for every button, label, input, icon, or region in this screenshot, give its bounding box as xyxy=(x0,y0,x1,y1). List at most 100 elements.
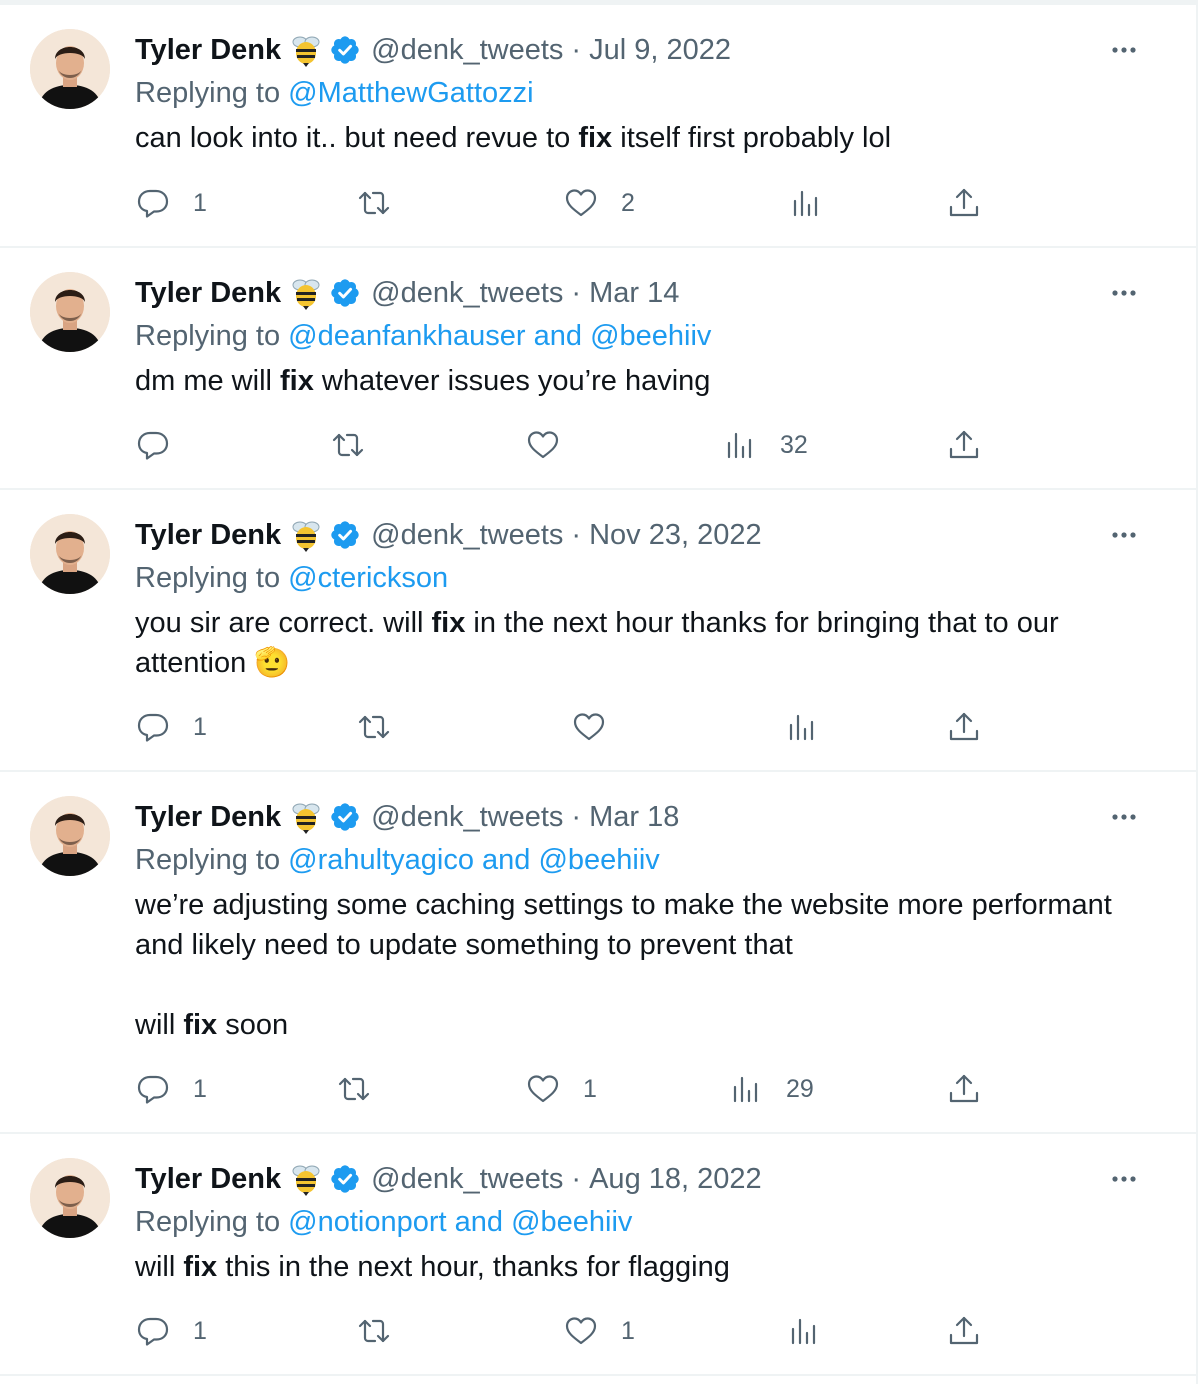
author-handle[interactable]: @denk_tweets xyxy=(371,34,563,67)
tweet-date[interactable]: Nov 23, 2022 xyxy=(589,519,762,552)
more-dots-icon[interactable] xyxy=(1104,802,1144,832)
avatar[interactable] xyxy=(30,796,110,876)
tweet-feed: Tyler Denk @denk_tweets · Jul 9, 2022 Re… xyxy=(0,0,1198,1384)
replying-to: Replying to @rahultyagico and @beehiiv xyxy=(135,844,660,877)
views-button[interactable] xyxy=(784,707,820,747)
more-dots-icon[interactable] xyxy=(1104,278,1144,308)
retweet-button[interactable] xyxy=(330,425,366,465)
tweet-date[interactable]: Jul 9, 2022 xyxy=(589,34,731,67)
highlighted-term: fix xyxy=(280,365,314,397)
author-handle[interactable]: @denk_tweets xyxy=(371,1163,563,1196)
verified-badge-icon[interactable] xyxy=(329,277,361,309)
like-button[interactable] xyxy=(571,707,607,747)
verified-badge-icon[interactable] xyxy=(329,1163,361,1195)
author-name[interactable]: Tyler Denk xyxy=(135,519,281,552)
separator-dot: · xyxy=(571,518,582,551)
separator-dot: · xyxy=(571,1162,582,1195)
text-segment: itself first probably lol xyxy=(612,122,892,154)
share-icon xyxy=(946,185,982,221)
reply-button[interactable]: 1 xyxy=(135,183,207,223)
tweet[interactable]: Tyler Denk @denk_tweets · Nov 23, 2022 R… xyxy=(0,490,1196,772)
text-segment: will xyxy=(135,1009,184,1041)
more-dots-icon[interactable] xyxy=(1104,520,1144,550)
tweet-header: Tyler Denk @denk_tweets · Nov 23, 2022 xyxy=(135,517,762,553)
retweet-button[interactable] xyxy=(356,707,392,747)
like-button[interactable]: 1 xyxy=(525,1069,597,1109)
reply-button[interactable]: 1 xyxy=(135,1311,207,1351)
like-button[interactable]: 2 xyxy=(563,183,635,223)
reply-mention-link[interactable]: @deanfankhauser and @beehiiv xyxy=(288,320,711,352)
text-segment: this in the next hour, thanks for flaggi… xyxy=(217,1251,730,1283)
tweet[interactable]: Tyler Denk @denk_tweets · Aug 18, 2022 R… xyxy=(0,1134,1196,1376)
separator-dot: · xyxy=(571,276,582,309)
share-button[interactable] xyxy=(946,425,982,465)
reply-icon xyxy=(135,427,171,463)
verified-badge-icon[interactable] xyxy=(329,801,361,833)
verified-badge-icon[interactable] xyxy=(329,519,361,551)
replying-label: Replying to xyxy=(135,844,281,876)
text-segment: can look into it.. but need revue to xyxy=(135,122,579,154)
author-handle[interactable]: @denk_tweets xyxy=(371,519,563,552)
verified-badge-icon[interactable] xyxy=(329,34,361,66)
reply-button[interactable]: 1 xyxy=(135,707,207,747)
author-handle[interactable]: @denk_tweets xyxy=(371,277,563,310)
retweet-button[interactable] xyxy=(356,1311,392,1351)
more-dots-icon[interactable] xyxy=(1104,1164,1144,1194)
reply-button[interactable]: 1 xyxy=(135,1069,207,1109)
author-name[interactable]: Tyler Denk xyxy=(135,1163,281,1196)
view-count: 29 xyxy=(786,1074,814,1103)
reply-icon xyxy=(135,185,171,221)
author-name[interactable]: Tyler Denk xyxy=(135,277,281,310)
reply-count: 1 xyxy=(193,188,207,217)
heart-icon xyxy=(525,427,561,463)
share-button[interactable] xyxy=(946,183,982,223)
author-handle[interactable]: @denk_tweets xyxy=(371,801,563,834)
heart-icon xyxy=(563,1313,599,1349)
author-name[interactable]: Tyler Denk xyxy=(135,34,281,67)
more-dots-icon[interactable] xyxy=(1104,35,1144,65)
tweet[interactable]: Tyler Denk @denk_tweets · Mar 18 Replyin… xyxy=(0,772,1196,1134)
tweet-date[interactable]: Mar 14 xyxy=(589,277,679,310)
highlighted-term: fix xyxy=(183,1009,218,1041)
tweet-text: we’re adjusting some caching settings to… xyxy=(135,885,1145,965)
tweet[interactable]: Tyler Denk @denk_tweets · Mar 14 Replyin… xyxy=(0,248,1196,490)
reply-mention-link[interactable]: @notionport and @beehiiv xyxy=(288,1206,632,1238)
share-icon xyxy=(946,427,982,463)
retweet-button[interactable] xyxy=(356,183,392,223)
tweet[interactable]: Tyler Denk @denk_tweets · Jul 9, 2022 Re… xyxy=(0,5,1196,248)
analytics-icon xyxy=(786,1313,822,1349)
like-button[interactable]: 1 xyxy=(563,1311,635,1351)
avatar[interactable] xyxy=(30,272,110,352)
separator-dot: · xyxy=(571,33,582,66)
reply-mention-link[interactable]: @MatthewGattozzi xyxy=(288,77,533,109)
views-button[interactable] xyxy=(788,183,824,223)
tweet-text: will fix this in the next hour, thanks f… xyxy=(135,1247,1145,1287)
author-name[interactable]: Tyler Denk xyxy=(135,801,281,834)
saluting-face-emoji: 🫡 xyxy=(254,647,291,679)
text-segment: whatever issues you’re having xyxy=(313,365,711,397)
replying-to: Replying to @MatthewGattozzi xyxy=(135,77,534,110)
bee-emoji xyxy=(289,518,323,552)
views-button[interactable]: 29 xyxy=(728,1069,814,1109)
views-button[interactable] xyxy=(786,1311,822,1351)
avatar[interactable] xyxy=(30,1158,110,1238)
reply-mention-link[interactable]: @rahultyagico and @beehiiv xyxy=(288,844,660,876)
bee-emoji xyxy=(289,33,323,67)
views-button[interactable]: 32 xyxy=(722,425,808,465)
tweet-date[interactable]: Mar 18 xyxy=(589,801,679,834)
share-icon xyxy=(946,709,982,745)
avatar[interactable] xyxy=(30,514,110,594)
avatar[interactable] xyxy=(30,29,110,109)
retweet-button[interactable] xyxy=(336,1069,372,1109)
reply-mention-link[interactable]: @cterickson xyxy=(288,562,448,594)
share-button[interactable] xyxy=(946,1069,982,1109)
analytics-icon xyxy=(784,709,820,745)
tweet-header: Tyler Denk @denk_tweets · Aug 18, 2022 xyxy=(135,1161,762,1197)
reply-button[interactable] xyxy=(135,425,171,465)
like-button[interactable] xyxy=(525,425,561,465)
share-button[interactable] xyxy=(946,707,982,747)
share-button[interactable] xyxy=(946,1311,982,1351)
tweet-date[interactable]: Aug 18, 2022 xyxy=(589,1163,762,1196)
retweet-icon xyxy=(356,1313,392,1349)
retweet-icon xyxy=(330,427,366,463)
